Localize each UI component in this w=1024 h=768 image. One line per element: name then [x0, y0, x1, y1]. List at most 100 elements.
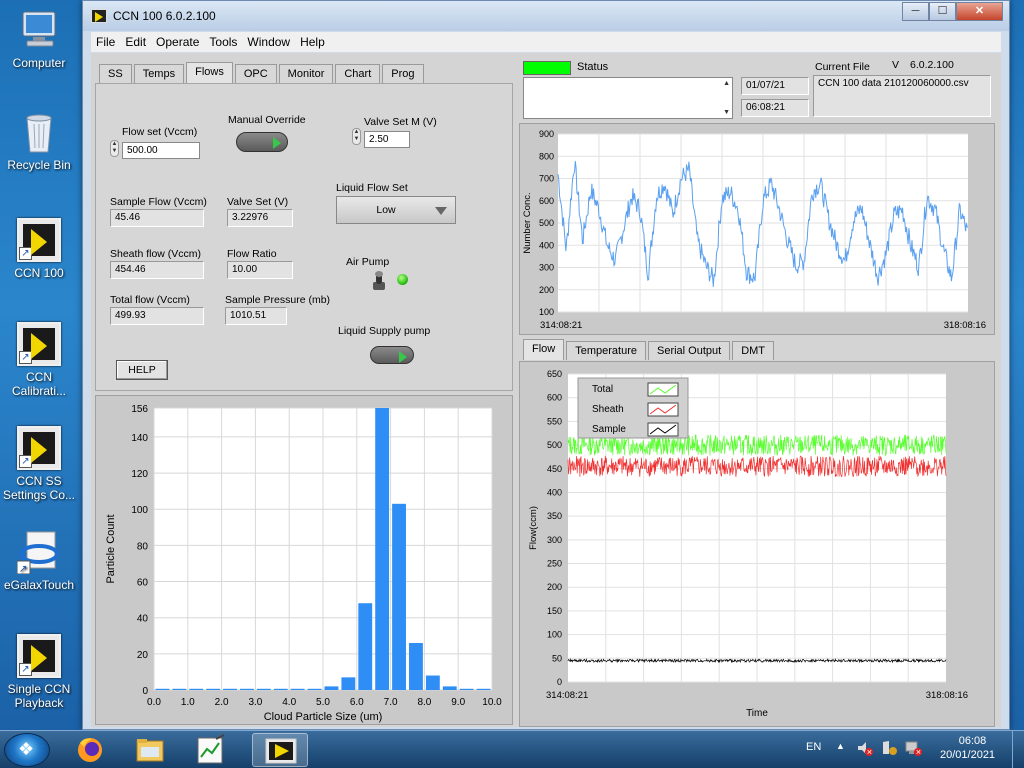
tab-flows[interactable]: Flows	[186, 62, 233, 83]
y-tick-label: 100	[539, 307, 554, 317]
histogram-bar	[307, 688, 322, 690]
ccn100-taskbar-button[interactable]	[252, 733, 308, 767]
tab-chart[interactable]: Chart	[335, 64, 381, 83]
desktop-icon-recycle-bin[interactable]: Recycle Bin	[1, 110, 77, 172]
show-desktop-button[interactable]	[1012, 731, 1024, 768]
menu-operate[interactable]: Operate	[151, 32, 204, 52]
tab-prog[interactable]: Prog	[382, 64, 424, 83]
manual-override-button[interactable]	[236, 132, 288, 152]
flow-ratio-label: Flow Ratio	[227, 248, 277, 260]
histogram-bar	[459, 688, 474, 690]
scroll-up-icon[interactable]: ▲	[723, 80, 730, 87]
tab-temperature[interactable]: Temperature	[566, 341, 646, 360]
histogram-bar	[442, 686, 457, 690]
desktop-icon-egalaxtouch[interactable]: ↗ eGalaxTouch	[1, 530, 77, 592]
menu-edit[interactable]: Edit	[120, 32, 151, 52]
air-pump-label: Air Pump	[346, 256, 390, 268]
tab-dmt[interactable]: DMT	[732, 341, 775, 360]
histogram-bar	[476, 688, 491, 690]
y-tick-label: 20	[137, 650, 149, 661]
x-end-label: 318:08:16	[926, 690, 968, 701]
desktop-icon-label: CCN SS Settings Co...	[2, 474, 76, 502]
y-tick-label: 200	[547, 582, 562, 592]
total-flow-label: Total flow (Vccm)	[110, 294, 190, 306]
speaker-muted-icon[interactable]: ✕	[856, 739, 874, 760]
desktop-icon-ccn100[interactable]: ↗ CCN 100	[1, 218, 77, 280]
network-disconnected-icon[interactable]: ✕	[904, 739, 922, 760]
desktop-icon-ccn-ss-settings[interactable]: ↗ CCN SS Settings Co...	[1, 426, 77, 502]
status-label: Status	[577, 61, 609, 73]
title-bar[interactable]: CCN 100 6.0.2.100 ─ ☐ ✕	[83, 1, 1009, 31]
y-tick-label: 0	[557, 677, 562, 687]
action-center-icon[interactable]	[880, 739, 898, 760]
shortcut-arrow-icon: ↗	[19, 247, 32, 260]
particle-histogram-panel: 0.0 1.0 2.0 3.0 4.0 5.0 6.0 7.0 8.0 9.0 10.0 0 20 40 6…	[95, 395, 513, 725]
y-axis-label: Flow(ccm)	[528, 506, 539, 550]
air-pump-toggle[interactable]	[372, 270, 385, 290]
labview-app-icon: ↗	[17, 322, 61, 366]
menu-window[interactable]: Window	[242, 32, 295, 52]
version-label: 6.0.2.100	[910, 59, 954, 71]
legend-swatch	[647, 402, 679, 417]
tab-temps[interactable]: Temps	[133, 64, 185, 83]
y-tick-label: 800	[539, 151, 554, 161]
y-tick-label: 450	[547, 464, 562, 474]
firefox-taskbar-button[interactable]	[62, 733, 118, 767]
sample-pressure-label: Sample Pressure (mb)	[225, 294, 331, 306]
minimize-button[interactable]: ─	[902, 2, 929, 21]
close-button[interactable]: ✕	[956, 2, 1003, 21]
y-tick-label: 100	[547, 630, 562, 640]
y-tick-label: 300	[547, 535, 562, 545]
scroll-down-icon[interactable]: ▼	[723, 109, 730, 116]
desktop-icon-ccn-calibration[interactable]: ↗ CCN Calibrati...	[1, 322, 77, 398]
app-window: CCN 100 6.0.2.100 ─ ☐ ✕ File Edit Operat…	[82, 0, 1010, 730]
liquid-flow-set-dropdown[interactable]: Low	[336, 196, 456, 224]
histogram-bar	[341, 677, 356, 690]
clock-date: 20/01/2021	[940, 749, 996, 761]
tab-ss[interactable]: SS	[99, 64, 132, 83]
y-tick-label: 140	[131, 433, 148, 444]
clock[interactable]: 06:08 20/01/2021	[940, 734, 995, 762]
flow-set-spinner[interactable]: ▲ ▼	[110, 140, 119, 157]
y-tick-label: 500	[539, 218, 554, 228]
tab-flow[interactable]: Flow	[523, 339, 565, 360]
front-panel: SS Temps Flows OPC Monitor Chart Prog Fl…	[91, 53, 1001, 727]
histogram-bar	[375, 408, 390, 690]
y-tick-label: 900	[539, 129, 554, 139]
y-tick-label: 300	[539, 263, 554, 273]
help-button[interactable]: HELP	[116, 360, 168, 380]
start-button[interactable]	[4, 733, 50, 767]
liquid-supply-pump-button[interactable]	[370, 346, 414, 364]
left-tab-bar: SS Temps Flows OPC Monitor Chart Prog	[99, 62, 426, 83]
tab-serial-output[interactable]: Serial Output	[648, 341, 731, 360]
valve-set-m-spinner[interactable]: ▲ ▼	[352, 128, 361, 145]
y-tick-label: 50	[552, 653, 562, 663]
date-display: 01/07/21	[741, 77, 809, 95]
explorer-taskbar-button[interactable]	[122, 733, 178, 767]
liquid-supply-pump-label: Liquid Supply pump	[338, 325, 431, 337]
menu-help[interactable]: Help	[295, 32, 330, 52]
flow-ratio-value: 10.00	[227, 261, 293, 279]
flow-set-input[interactable]: 500.00	[122, 142, 200, 159]
desktop-icon-single-ccn-playback[interactable]: ↗ Single CCN Playback	[1, 634, 77, 710]
valve-set-value: 3.22976	[227, 209, 293, 227]
sheath-flow-value: 454.46	[110, 261, 204, 279]
show-hidden-icons[interactable]: ▲	[836, 741, 845, 751]
histogram-bar	[256, 688, 271, 690]
editor-taskbar-button[interactable]	[182, 733, 238, 767]
time-display: 06:08:21	[741, 99, 809, 117]
number-conc-panel: 100 200 300 400 500 600 700 800 900 314:08:21 318:…	[519, 123, 995, 335]
desktop-icon-computer[interactable]: Computer	[1, 8, 77, 70]
desktop-icon-label: CCN Calibrati...	[11, 370, 67, 398]
status-textbox[interactable]: ▲ ▼	[523, 77, 733, 119]
valve-set-label: Valve Set (V)	[227, 196, 289, 208]
tab-opc[interactable]: OPC	[234, 64, 277, 83]
desktop-icon-label: CCN 100	[14, 266, 64, 280]
labview-app-icon: ↗	[17, 218, 61, 262]
tab-monitor[interactable]: Monitor	[278, 64, 334, 83]
maximize-button[interactable]: ☐	[929, 2, 956, 21]
menu-file[interactable]: File	[91, 32, 120, 52]
language-indicator[interactable]: EN	[806, 741, 821, 753]
menu-tools[interactable]: Tools	[204, 32, 242, 52]
valve-set-m-input[interactable]: 2.50	[364, 131, 410, 148]
